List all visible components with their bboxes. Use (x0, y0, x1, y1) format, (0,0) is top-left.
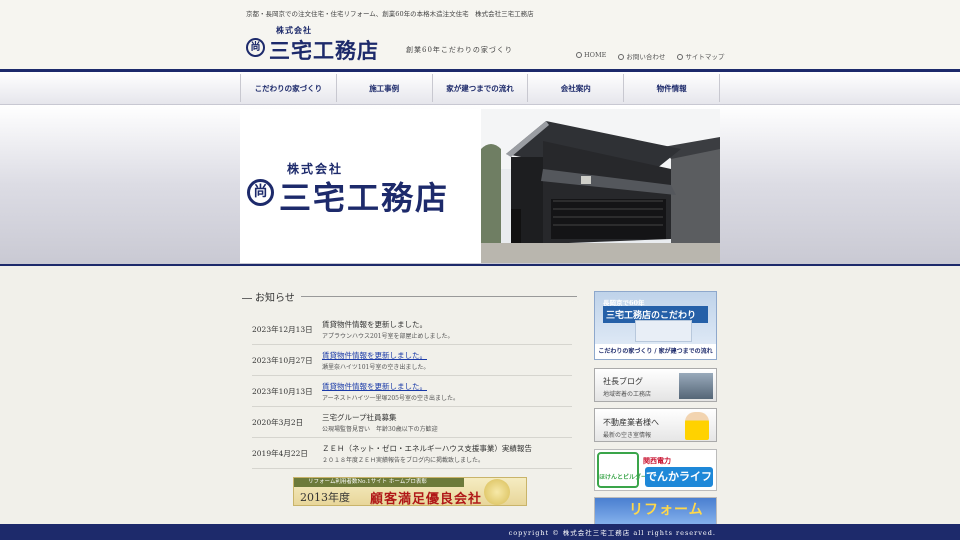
nav-item-company[interactable]: 会社案内 (527, 74, 623, 102)
footer: copyright © 株式会社三宅工務店 all rights reserve… (0, 524, 960, 540)
news-date: 2019年4月22日 (252, 449, 308, 458)
denka-life-banner[interactable]: ほけんとビルダー会 関西電力 でんかライフ (594, 449, 717, 491)
news-headline: 賃貸物件情報を更新しました。 (322, 320, 427, 329)
nav-item-flow[interactable]: 家が建つまでの流れ (431, 74, 528, 102)
circle-bullet-icon (576, 52, 582, 58)
banner-subtitle: 地域密着の工務店 (603, 391, 652, 398)
reform-logo: リフォーム (629, 502, 704, 518)
banner-title: 社長ブログ (603, 377, 643, 386)
award-caption: リフォーム利用者数No.1サイト ホームプロ表彰 (294, 478, 464, 487)
news-description: 瀬里奈ハイツ101号室の空き出ました。 (322, 364, 430, 371)
kepco-logo: 関西電力 (643, 456, 671, 465)
news-date: 2023年10月13日 (252, 387, 313, 396)
catchcopy: 創業60年こだわりの家づくり (406, 46, 513, 54)
nav-item-kodawari[interactable]: こだわりの家づくり (240, 74, 336, 102)
news-list: 2023年12月13日 賃貸物件情報を更新しました。 アプラウンハウス201号室… (252, 315, 572, 470)
denka-life-logo: でんかライフ (645, 467, 713, 487)
nav-item-works[interactable]: 施工事例 (335, 74, 432, 102)
news-date: 2023年10月27日 (252, 356, 313, 365)
site-logo[interactable]: 株式会社 尚 三宅工務店 (246, 24, 401, 64)
builder-logo: ほけんとビルダー会 (597, 452, 653, 488)
news-item: 2023年10月13日 賃貸物件情報を更新しました。 アーネストハイツ一里塚20… (252, 377, 572, 407)
news-description: アーネストハイツ一里塚205号室の空き出ました。 (322, 395, 459, 402)
news-headline-link[interactable]: 賃貸物件情報を更新しました。 (322, 381, 427, 392)
hero-logo: 株式会社 尚 三宅工務店 (240, 109, 481, 263)
award-title: 顧客満足優良会社 (370, 492, 483, 506)
sitemap-link[interactable]: サイトマップ (677, 51, 724, 61)
banner-links: こだわりの家づくり / 家が建つまでの流れ (595, 344, 716, 359)
circle-bullet-icon (618, 54, 625, 60)
office-photo (679, 373, 713, 399)
news-headline: 三宅グループ社員募集 (322, 413, 397, 422)
president-blog-banner[interactable]: 社長ブログ 地域密着の工務店 (594, 368, 717, 402)
reform-banner[interactable]: リフォーム (594, 497, 717, 527)
header: 京都・長岡京での注文住宅・住宅リフォーム、創業60年の本格木造注文住宅 株式会社… (0, 0, 960, 70)
news-item: 2023年10月27日 賃貸物件情報を更新しました。 瀬里奈ハイツ101号室の空… (252, 346, 572, 376)
global-nav: こだわりの家づくり 施工事例 家が建つまでの流れ 会社案内 物件情報 (240, 74, 720, 102)
news-headline-link[interactable]: 賃貸物件情報を更新しました。 (322, 350, 427, 361)
news-description: 公現場監督見習い 年齢30歳以下の方歓迎 (322, 426, 438, 433)
news-date: 2020年3月2日 (252, 418, 304, 427)
hero-bottom-border (0, 264, 960, 266)
news-item: 2020年3月2日 三宅グループ社員募集 公現場監督見習い 年齢30歳以下の方歓… (252, 408, 572, 438)
home-link[interactable]: HOME (576, 51, 606, 61)
circle-bullet-icon (677, 54, 684, 60)
news-item: 2019年4月22日 ＺＥＨ（ネット・ゼロ・エネルギーハウス支援事業）実績報告 … (252, 439, 572, 469)
staff-photo (685, 412, 709, 440)
contact-link[interactable]: お問い合わせ (618, 51, 665, 61)
banner-subtitle: 最新の空き室情報 (603, 432, 652, 439)
realtor-banner[interactable]: 不動産業者様へ 最新の空き室情報 (594, 408, 717, 442)
building-image (635, 320, 692, 342)
news-date: 2023年12月13日 (252, 325, 313, 334)
logo-company-name: 三宅工務店 (269, 38, 379, 63)
news-description: ２０１８年度ＺＥＨ実績報告をブログ内に掲載致しました。 (322, 457, 485, 464)
house-photo (481, 109, 720, 263)
logo-mark-icon: 尚 (246, 38, 265, 57)
hero-company-name: 三宅工務店 (279, 179, 450, 217)
news-headline: ＺＥＨ（ネット・ゼロ・エネルギーハウス支援事業）実績報告 (322, 444, 532, 453)
kodawari-banner[interactable]: 長岡京で60年 三宅工務店のこだわり こだわりの家づくり / 家が建つまでの流れ (594, 291, 717, 360)
medal-icon (484, 479, 510, 505)
award-banner[interactable]: リフォーム利用者数No.1サイト ホームプロ表彰 2013年度 顧客満足優良会社 (293, 477, 527, 506)
award-year: 2013年度 (300, 491, 350, 504)
site-tagline: 京都・長岡京での注文住宅・住宅リフォーム、創業60年の本格木造注文住宅 株式会社… (246, 10, 534, 18)
copyright: copyright © 株式会社三宅工務店 all rights reserve… (508, 529, 716, 537)
news-item: 2023年12月13日 賃貸物件情報を更新しました。 アプラウンハウス201号室… (252, 315, 572, 345)
news-description: アプラウンハウス201号室を部屋止めしました。 (322, 333, 454, 340)
top-links: HOME お問い合わせ サイトマップ (576, 51, 724, 61)
news-section-title: お知らせ (242, 289, 301, 304)
banner-title: 不動産業者様へ (603, 418, 659, 427)
hero-mark-icon: 尚 (247, 179, 274, 206)
nav-item-properties[interactable]: 物件情報 (623, 74, 720, 102)
hero-banner: 株式会社 尚 三宅工務店 (240, 109, 720, 263)
